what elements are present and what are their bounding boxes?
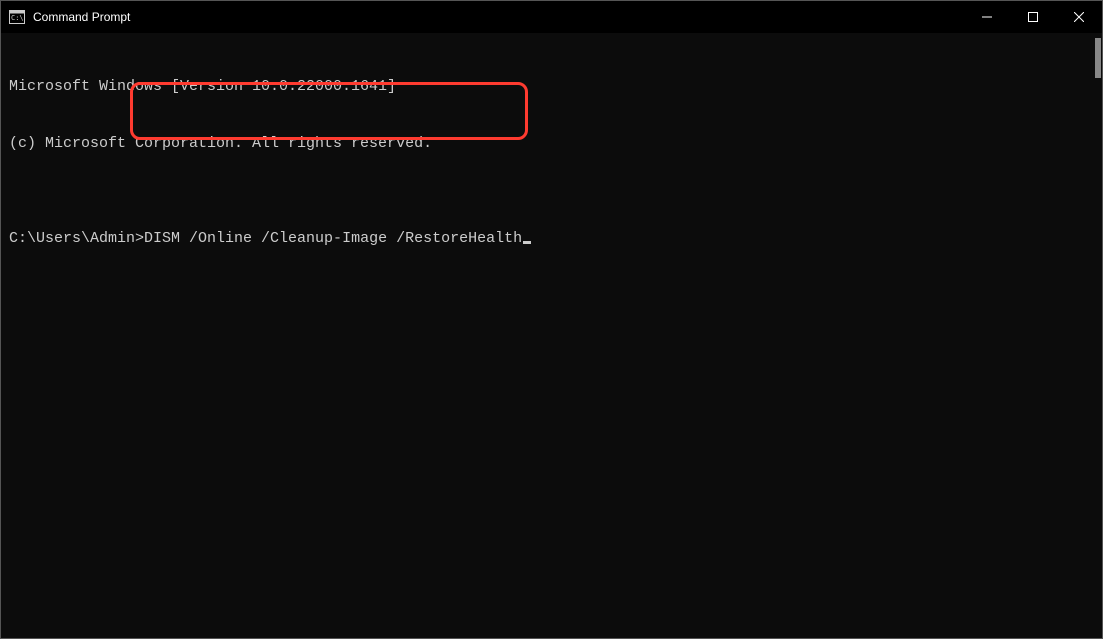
prompt-line: C:\Users\Admin>DISM /Online /Cleanup-Ima… (9, 229, 1094, 248)
minimize-button[interactable] (964, 1, 1010, 33)
window-controls (964, 1, 1102, 33)
output-line: (c) Microsoft Corporation. All rights re… (9, 134, 1094, 153)
prompt-path: C:\Users\Admin> (9, 230, 144, 247)
close-button[interactable] (1056, 1, 1102, 33)
command-input[interactable]: DISM /Online /Cleanup-Image /RestoreHeal… (144, 230, 522, 247)
cmd-icon: C:\ (9, 9, 25, 25)
titlebar[interactable]: C:\ Command Prompt (1, 1, 1102, 33)
vertical-scrollbar[interactable] (1095, 38, 1101, 78)
output-line: Microsoft Windows [Version 10.0.22000.16… (9, 77, 1094, 96)
text-cursor (523, 241, 531, 244)
terminal-area[interactable]: Microsoft Windows [Version 10.0.22000.16… (1, 33, 1102, 273)
window-title: Command Prompt (33, 10, 130, 24)
maximize-button[interactable] (1010, 1, 1056, 33)
svg-text:C:\: C:\ (11, 14, 24, 22)
